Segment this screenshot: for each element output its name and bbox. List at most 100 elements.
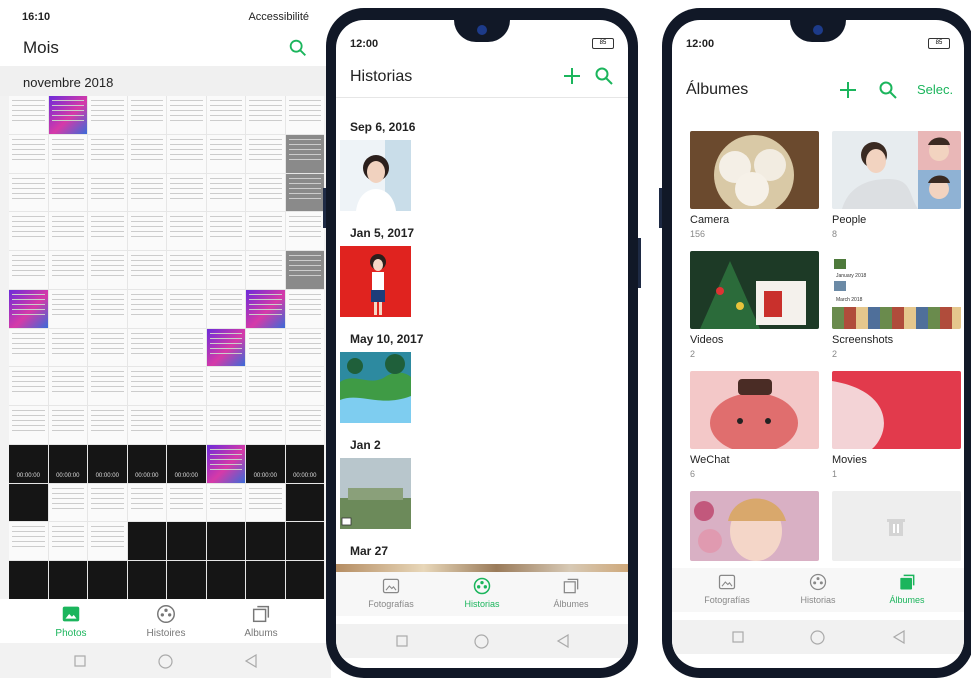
photo-thumbnail[interactable]: 00:00:00 bbox=[9, 444, 48, 483]
photo-thumbnail[interactable] bbox=[285, 328, 324, 367]
photo-thumbnail[interactable] bbox=[9, 406, 48, 444]
photo-thumbnail[interactable] bbox=[48, 522, 87, 561]
photo-thumbnail[interactable]: 00:00:00 bbox=[88, 444, 127, 483]
back-icon[interactable] bbox=[244, 654, 258, 668]
photo-thumbnail[interactable] bbox=[88, 173, 127, 212]
photo-thumbnail[interactable] bbox=[206, 328, 245, 367]
photo-thumbnail[interactable] bbox=[206, 367, 245, 406]
photo-thumbnail[interactable] bbox=[127, 96, 166, 134]
home-icon[interactable] bbox=[474, 634, 489, 649]
photo-thumbnail[interactable] bbox=[285, 173, 324, 212]
photo-thumbnail[interactable] bbox=[246, 561, 285, 599]
search-icon[interactable] bbox=[287, 37, 309, 59]
photo-thumbnail[interactable] bbox=[246, 406, 285, 444]
recent-apps-icon[interactable] bbox=[396, 635, 408, 647]
photo-thumbnail[interactable] bbox=[9, 173, 48, 212]
photo-thumbnail[interactable] bbox=[246, 134, 285, 173]
add-icon[interactable] bbox=[838, 80, 858, 100]
photo-thumbnail[interactable] bbox=[9, 212, 48, 251]
photo-thumbnail[interactable] bbox=[206, 289, 245, 328]
photo-thumbnail[interactable] bbox=[88, 289, 127, 328]
photo-thumbnail[interactable] bbox=[88, 406, 127, 444]
album-cover-people[interactable] bbox=[832, 131, 961, 209]
photo-thumbnail[interactable] bbox=[48, 134, 87, 173]
home-icon[interactable] bbox=[810, 630, 825, 645]
photo-thumbnail[interactable] bbox=[48, 367, 87, 406]
photo-thumbnail[interactable] bbox=[127, 483, 166, 522]
add-icon[interactable] bbox=[562, 66, 582, 86]
photo-thumbnail[interactable] bbox=[88, 483, 127, 522]
photo-thumbnail[interactable] bbox=[9, 251, 48, 289]
tab-stories[interactable]: Historias bbox=[773, 572, 863, 605]
photo-thumbnail[interactable] bbox=[127, 289, 166, 328]
photo-thumbnail[interactable] bbox=[206, 134, 245, 173]
tab-stories[interactable]: Historias bbox=[437, 576, 527, 609]
search-icon[interactable] bbox=[594, 66, 614, 86]
photo-thumbnail[interactable] bbox=[88, 96, 127, 134]
tab-albums[interactable]: Álbumes bbox=[862, 572, 952, 605]
photo-thumbnail[interactable]: 00:00:00 bbox=[285, 444, 324, 483]
photo-thumbnail[interactable] bbox=[9, 328, 48, 367]
photo-thumbnail[interactable] bbox=[48, 328, 87, 367]
photo-thumbnail[interactable] bbox=[206, 522, 245, 561]
photo-thumbnail[interactable] bbox=[88, 212, 127, 251]
photo-thumbnail[interactable] bbox=[167, 483, 206, 522]
photo-thumbnail[interactable] bbox=[48, 406, 87, 444]
tab-photos[interactable]: Fotografías bbox=[682, 572, 772, 605]
photo-thumbnail[interactable] bbox=[167, 173, 206, 212]
photo-thumbnail[interactable] bbox=[88, 561, 127, 599]
photo-thumbnail[interactable] bbox=[285, 96, 324, 134]
photo-thumbnail[interactable] bbox=[167, 289, 206, 328]
album-cover-wechat[interactable] bbox=[690, 371, 819, 449]
photo-thumbnail[interactable] bbox=[285, 212, 324, 251]
photo-thumbnail[interactable] bbox=[167, 561, 206, 599]
photo-thumbnail[interactable] bbox=[167, 212, 206, 251]
photo-thumbnail[interactable] bbox=[167, 134, 206, 173]
photo-thumbnail[interactable] bbox=[127, 251, 166, 289]
photo-thumbnail[interactable] bbox=[246, 328, 285, 367]
home-icon[interactable] bbox=[158, 654, 173, 669]
photo-thumbnail[interactable] bbox=[9, 483, 48, 522]
photo-thumbnail[interactable] bbox=[206, 483, 245, 522]
photo-thumbnail[interactable] bbox=[246, 367, 285, 406]
select-button[interactable]: Selec. bbox=[917, 82, 953, 97]
photo-thumbnail[interactable] bbox=[206, 212, 245, 251]
photo-thumbnail[interactable] bbox=[167, 251, 206, 289]
photo-thumbnail[interactable] bbox=[48, 173, 87, 212]
photo-thumbnail[interactable] bbox=[48, 289, 87, 328]
photo-thumbnail[interactable] bbox=[127, 367, 166, 406]
photo-thumbnail[interactable] bbox=[206, 251, 245, 289]
photo-thumbnail[interactable] bbox=[246, 483, 285, 522]
story-thumbnail[interactable] bbox=[340, 352, 411, 423]
photo-thumbnail[interactable] bbox=[285, 251, 324, 289]
photo-thumbnail[interactable] bbox=[88, 522, 127, 561]
recent-apps-icon[interactable] bbox=[732, 631, 744, 643]
photo-thumbnail[interactable] bbox=[127, 134, 166, 173]
photo-thumbnail[interactable] bbox=[88, 328, 127, 367]
photo-thumbnail[interactable] bbox=[167, 96, 206, 134]
photo-thumbnail[interactable] bbox=[246, 96, 285, 134]
photo-thumbnail[interactable]: 00:00:00 bbox=[246, 444, 285, 483]
photo-thumbnail[interactable] bbox=[285, 522, 324, 561]
photo-thumbnail[interactable] bbox=[246, 212, 285, 251]
photo-thumbnail[interactable] bbox=[285, 483, 324, 522]
photo-thumbnail[interactable] bbox=[206, 96, 245, 134]
photo-thumbnail[interactable] bbox=[48, 251, 87, 289]
story-thumbnail[interactable] bbox=[340, 458, 411, 529]
photo-thumbnail[interactable]: 00:00:00 bbox=[48, 444, 87, 483]
photo-thumbnail[interactable]: 00:00:00 bbox=[167, 444, 206, 483]
photo-thumbnail[interactable] bbox=[127, 328, 166, 367]
photo-thumbnail[interactable] bbox=[127, 173, 166, 212]
album-cover-camera[interactable] bbox=[690, 131, 819, 209]
tab-stories[interactable]: Histoires bbox=[121, 603, 211, 639]
tab-photos[interactable]: Photos bbox=[26, 603, 116, 639]
photo-thumbnail[interactable] bbox=[9, 522, 48, 561]
photo-thumbnail[interactable]: 00:00:00 bbox=[127, 444, 166, 483]
photo-thumbnail[interactable] bbox=[127, 212, 166, 251]
back-icon[interactable] bbox=[556, 634, 570, 648]
photo-thumbnail[interactable] bbox=[206, 173, 245, 212]
photo-thumbnail[interactable] bbox=[167, 522, 206, 561]
photo-thumbnail[interactable] bbox=[9, 134, 48, 173]
photo-thumbnail[interactable] bbox=[48, 561, 87, 599]
photo-thumbnail[interactable] bbox=[167, 367, 206, 406]
